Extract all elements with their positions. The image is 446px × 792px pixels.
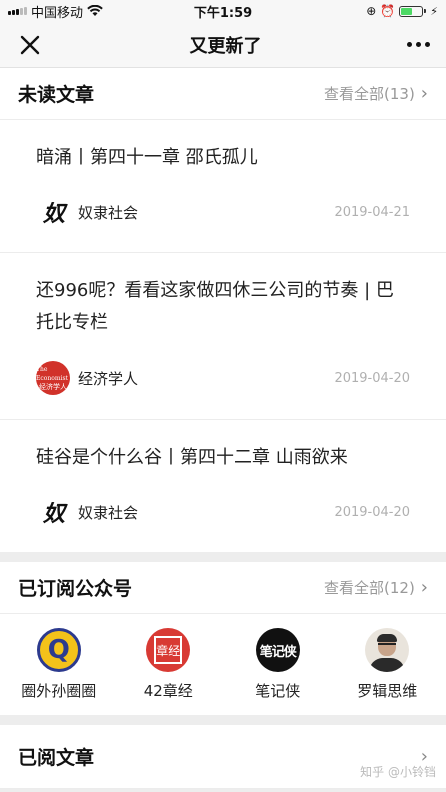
nuli-logo-icon: 奴 (42, 201, 65, 227)
section-divider (0, 552, 446, 562)
article-date: 2019-04-21 (334, 204, 410, 220)
watermark: 知乎 @小铃铛 (360, 765, 436, 779)
battery-icon (399, 5, 427, 17)
article-date: 2019-04-20 (334, 504, 410, 520)
article-title: 硅谷是个什么谷丨第四十二章 山雨欲来 (36, 447, 348, 468)
unread-section: 未读文章 查看全部(13) › 暗涌丨第四十一章 邵氏孤儿 奴 奴隶社会 201… (0, 68, 446, 552)
status-left: 中国移动 (8, 2, 103, 21)
article-source: The Economist 经济学人 经济学人 (36, 361, 138, 395)
wifi-icon (87, 5, 103, 16)
close-icon[interactable] (16, 31, 44, 59)
carrier-label: 中国移动 (31, 5, 84, 21)
article-meta: 奴 奴隶社会 2019-04-21 (36, 196, 410, 252)
article-title: 还996呢？看看这家做四休三公司的节奏 | 巴托比专栏 (36, 280, 394, 333)
account-name: 笔记侠 (255, 682, 301, 700)
page-title: 又更新了 (189, 35, 262, 57)
economist-logo-en: The Economist (36, 365, 68, 382)
avatar-text: Q (47, 635, 70, 665)
rotation-lock-icon: ⊕ (366, 4, 377, 18)
article-meta: 奴 奴隶社会 2019-04-20 (36, 496, 410, 552)
article-date: 2019-04-20 (334, 370, 410, 386)
article-meta: The Economist 经济学人 经济学人 2019-04-20 (36, 361, 410, 419)
article-source: 奴 奴隶社会 (36, 196, 138, 228)
unread-see-all-button[interactable]: 查看全部(13) › (324, 83, 428, 104)
avatar (365, 628, 410, 672)
source-name: 奴隶社会 (78, 203, 139, 222)
subscribed-see-all-button[interactable]: 查看全部(12) › (324, 577, 428, 598)
article-item[interactable]: 暗涌丨第四十一章 邵氏孤儿 奴 奴隶社会 2019-04-21 (0, 120, 446, 253)
chevron-right-icon: › (420, 83, 428, 104)
unread-title: 未读文章 (18, 84, 95, 106)
more-icon[interactable] (407, 42, 430, 47)
account-item[interactable]: 罗辑思维 (337, 628, 437, 701)
nav-bar: 又更新了 (0, 22, 446, 68)
chevron-right-icon: › (420, 577, 428, 598)
economist-logo-icon: The Economist 经济学人 (36, 361, 70, 395)
alarm-icon: ⏰ (380, 4, 396, 18)
article-item[interactable]: 还996呢？看看这家做四休三公司的节奏 | 巴托比专栏 The Economis… (0, 253, 446, 420)
account-name: 罗辑思维 (357, 682, 418, 700)
account-item[interactable]: 笔记侠 笔记侠 (228, 628, 328, 701)
account-item[interactable]: Q 圈外孙圈圈 (9, 628, 109, 701)
subscribed-header: 已订阅公众号 查看全部(12) › (0, 562, 446, 614)
charging-icon: ⚡ (430, 4, 438, 18)
article-source: 奴 奴隶社会 (36, 496, 138, 528)
see-all-label: 查看全部(13) (324, 85, 415, 103)
account-list: Q 圈外孙圈圈 章经 42章经 笔记侠 笔记侠 罗辑思维 (0, 614, 446, 715)
status-bar: 中国移动 下午1:59 ⊕ ⏰ ⚡ (0, 0, 446, 22)
account-item[interactable]: 章经 42章经 (118, 628, 218, 701)
see-all-label: 查看全部(12) (324, 579, 415, 597)
avatar-text: 笔记侠 (259, 644, 297, 660)
avatar: 笔记侠 (255, 628, 300, 672)
account-name: 圈外孙圈圈 (21, 682, 97, 700)
avatar: Q (36, 628, 81, 672)
read-title: 已阅文章 (18, 747, 95, 769)
account-name: 42章经 (143, 682, 193, 700)
article-title: 暗涌丨第四十一章 邵氏孤儿 (36, 147, 258, 168)
nuli-logo-icon: 奴 (42, 501, 65, 527)
subscribed-section: 已订阅公众号 查看全部(12) › Q 圈外孙圈圈 章经 42章经 笔记侠 笔记… (0, 562, 446, 715)
source-name: 经济学人 (78, 369, 139, 388)
article-item[interactable]: 硅谷是个什么谷丨第四十二章 山雨欲来 奴 奴隶社会 2019-04-20 (0, 420, 446, 552)
section-divider (0, 715, 446, 725)
status-right: ⊕ ⏰ ⚡ (366, 4, 438, 18)
avatar: 章经 (146, 628, 191, 672)
economist-logo-cn: 经济学人 (39, 382, 67, 391)
avatar-text: 章经 (154, 636, 183, 664)
unread-header: 未读文章 查看全部(13) › (0, 68, 446, 120)
signal-icon (8, 7, 27, 15)
subscribed-title: 已订阅公众号 (18, 578, 133, 600)
source-name: 奴隶社会 (78, 503, 139, 522)
